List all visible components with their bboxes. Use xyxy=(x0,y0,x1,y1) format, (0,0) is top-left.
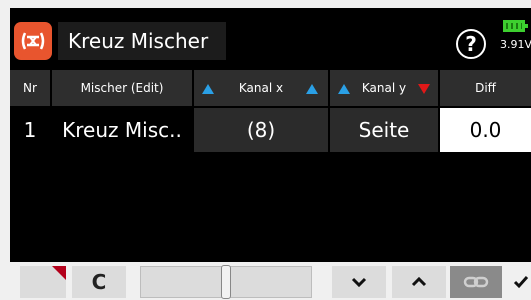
scroll-up-button[interactable] xyxy=(392,266,446,298)
checkmark-icon xyxy=(513,276,528,289)
row-mischer-name[interactable]: Kreuz Misc.. xyxy=(52,108,192,152)
scroll-down-button[interactable] xyxy=(332,266,386,298)
chevron-down-icon xyxy=(351,277,367,287)
transmitter-screen: Kreuz Mischer ? 3.91V Nr Mischer (Edit) … xyxy=(10,8,531,262)
sort-up-arrow-icon xyxy=(338,84,350,94)
sort-down-arrow-icon xyxy=(418,84,430,94)
header-nr: Nr xyxy=(10,70,50,106)
header-mischer: Mischer (Edit) xyxy=(52,70,192,106)
link-button[interactable] xyxy=(450,266,502,298)
row-kanal-y[interactable]: Seite xyxy=(330,108,438,152)
row-kanal-x[interactable]: (8) xyxy=(194,108,328,152)
mixer-app-icon[interactable] xyxy=(14,22,52,60)
header-kanal-y-label: Kanal y xyxy=(361,81,407,95)
sort-up-arrow-icon xyxy=(306,84,318,94)
title-bar: Kreuz Mischer ? 3.91V xyxy=(10,8,531,68)
header-kanal-x-label: Kanal x xyxy=(238,81,284,95)
corner-flag-button[interactable] xyxy=(20,266,66,298)
header-kanal-x: Kanal x xyxy=(194,70,328,106)
sort-up-arrow-icon xyxy=(202,84,214,94)
row-nr: 1 xyxy=(10,108,50,152)
reset-button[interactable]: C xyxy=(72,266,126,298)
value-slider[interactable] xyxy=(140,265,312,299)
table-row: 1 Kreuz Misc.. (8) Seite 0.0 xyxy=(10,108,531,152)
table-header: Nr Mischer (Edit) Kanal x Kanal y Diff xyxy=(10,70,531,106)
confirm-button[interactable] xyxy=(510,266,531,298)
reset-icon: C xyxy=(91,270,107,294)
row-diff[interactable]: 0.0 xyxy=(440,108,531,152)
page-title: Kreuz Mischer xyxy=(68,29,209,53)
help-icon[interactable]: ? xyxy=(456,29,486,59)
slider-knob[interactable] xyxy=(221,265,231,299)
bottom-toolbar: C xyxy=(0,262,531,300)
header-kanal-y: Kanal y xyxy=(330,70,438,106)
battery-voltage: 3.91V xyxy=(500,38,531,51)
chevron-up-icon xyxy=(411,277,427,287)
link-icon xyxy=(463,276,489,288)
battery-icon xyxy=(503,20,528,32)
header-diff: Diff xyxy=(440,70,531,106)
